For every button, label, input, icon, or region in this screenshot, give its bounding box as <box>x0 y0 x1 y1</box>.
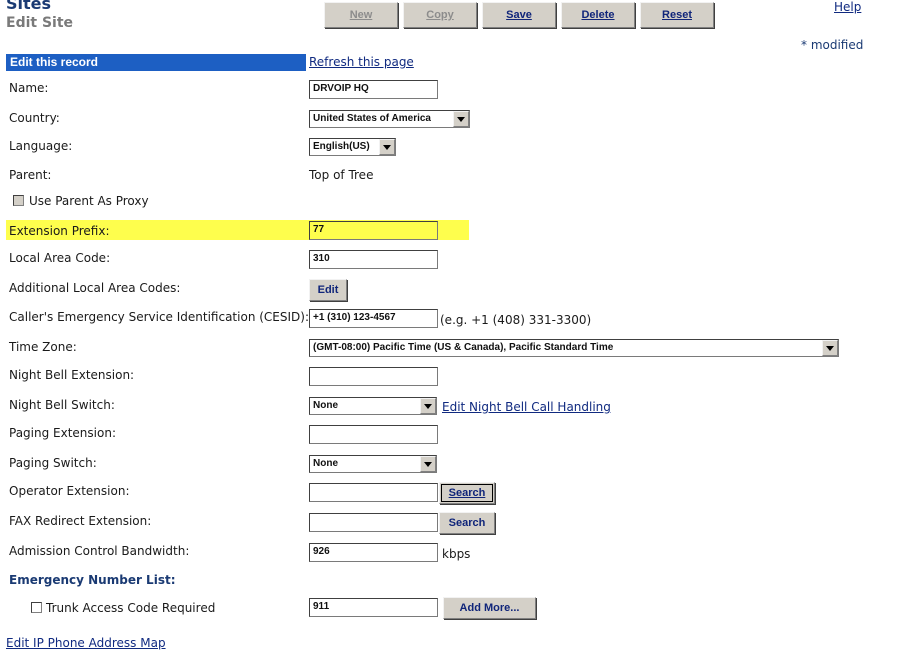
language-label: Language: <box>9 139 73 153</box>
emergency-number-input[interactable]: 911 <box>309 598 438 617</box>
local-area-code-input[interactable]: 310 <box>309 250 438 269</box>
cesid-hint: (e.g. +1 (408) 331-3300) <box>440 313 592 327</box>
country-label: Country: <box>9 111 60 125</box>
night-bell-ext-input[interactable] <box>309 367 438 386</box>
delete-button[interactable]: Delete <box>561 2 635 28</box>
chevron-down-icon[interactable] <box>822 340 838 356</box>
chevron-down-icon[interactable] <box>379 139 395 155</box>
help-link[interactable]: Help <box>834 0 861 14</box>
copy-button[interactable]: Copy <box>403 2 477 28</box>
paging-switch-select[interactable]: None <box>309 455 437 473</box>
extension-prefix-label: Extension Prefix: <box>9 224 110 238</box>
additional-area-codes-label: Additional Local Area Codes: <box>9 281 181 295</box>
trunk-access-checkbox[interactable] <box>31 602 42 613</box>
language-value: English(US) <box>313 141 370 152</box>
paging-ext-input[interactable] <box>309 425 438 444</box>
admission-bw-unit: kbps <box>442 547 471 561</box>
night-bell-switch-select[interactable]: None <box>309 397 437 415</box>
section-header: Edit this record <box>6 54 306 71</box>
fax-redirect-input[interactable] <box>309 513 438 532</box>
use-parent-proxy-checkbox[interactable] <box>13 195 24 206</box>
name-input[interactable]: DRVOIP HQ <box>309 80 438 99</box>
fax-redirect-label: FAX Redirect Extension: <box>9 514 152 528</box>
paging-switch-label: Paging Switch: <box>9 456 97 470</box>
edit-ip-phone-map-link[interactable]: Edit IP Phone Address Map <box>6 636 166 650</box>
night-bell-ext-label: Night Bell Extension: <box>9 368 135 382</box>
country-value: United States of America <box>313 113 431 124</box>
new-button[interactable]: New <box>324 2 398 28</box>
edit-area-codes-button[interactable]: Edit <box>309 279 347 301</box>
refresh-link[interactable]: Refresh this page <box>309 55 414 69</box>
time-zone-select[interactable]: (GMT-08:00) Pacific Time (US & Canada), … <box>309 339 839 357</box>
paging-switch-value: None <box>313 458 338 469</box>
edit-night-bell-link[interactable]: Edit Night Bell Call Handling <box>442 400 611 414</box>
language-select[interactable]: English(US) <box>309 138 396 156</box>
add-more-button[interactable]: Add More... <box>443 597 536 619</box>
emergency-list-title: Emergency Number List: <box>9 573 176 587</box>
trunk-access-label: Trunk Access Code Required <box>46 601 216 615</box>
chevron-down-icon[interactable] <box>420 456 436 472</box>
use-parent-proxy-label: Use Parent As Proxy <box>29 194 149 208</box>
country-select[interactable]: United States of America <box>309 110 470 128</box>
operator-ext-label: Operator Extension: <box>9 484 130 498</box>
modified-note: * modified <box>801 38 864 52</box>
operator-search-button[interactable]: Search <box>439 482 495 504</box>
save-button[interactable]: Save <box>482 2 556 28</box>
time-zone-label: Time Zone: <box>9 340 77 354</box>
paging-ext-label: Paging Extension: <box>9 426 116 440</box>
name-label: Name: <box>9 81 49 95</box>
parent-value: Top of Tree <box>309 168 374 182</box>
chevron-down-icon[interactable] <box>420 398 436 414</box>
cesid-label: Caller's Emergency Service Identificatio… <box>9 310 309 324</box>
page-subtitle: Edit Site <box>6 15 74 31</box>
time-zone-value: (GMT-08:00) Pacific Time (US & Canada), … <box>313 342 614 353</box>
chevron-down-icon[interactable] <box>453 111 469 127</box>
local-area-code-label: Local Area Code: <box>9 251 111 265</box>
page-title: Sites <box>6 0 52 13</box>
admission-bw-input[interactable]: 926 <box>309 543 438 562</box>
operator-ext-input[interactable] <box>309 483 438 502</box>
night-bell-switch-value: None <box>313 400 338 411</box>
night-bell-switch-label: Night Bell Switch: <box>9 398 115 412</box>
parent-label: Parent: <box>9 168 52 182</box>
extension-prefix-input[interactable]: 77 <box>309 221 438 240</box>
admission-bw-label: Admission Control Bandwidth: <box>9 544 190 558</box>
cesid-input[interactable]: +1 (310) 123-4567 <box>309 309 438 328</box>
fax-search-button[interactable]: Search <box>439 512 495 534</box>
reset-button[interactable]: Reset <box>640 2 714 28</box>
